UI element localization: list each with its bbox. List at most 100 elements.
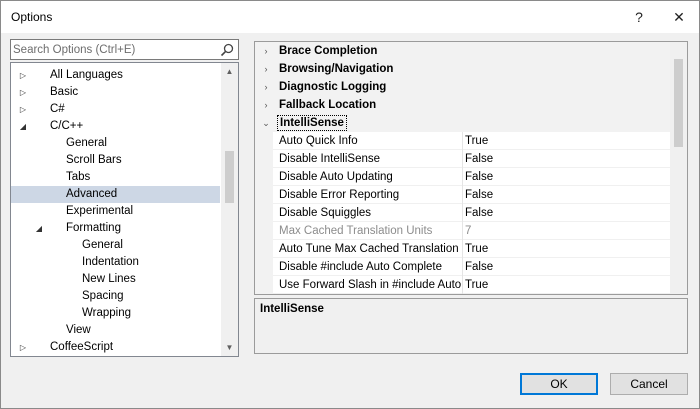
tree-item[interactable]: ▷ CoffeeScript	[11, 339, 220, 356]
tree-item[interactable]: Tabs	[11, 169, 220, 186]
category-label: Browsing/Navigation	[279, 63, 394, 75]
grid-scroll-thumb[interactable]	[674, 59, 683, 147]
tree-scrollbar[interactable]: ▲ ▼	[221, 63, 238, 356]
tree-item-label: Formatting	[66, 222, 121, 234]
column-divider[interactable]	[462, 186, 463, 204]
description-pane: IntelliSense	[254, 298, 688, 354]
tree-scroll-thumb[interactable]	[225, 151, 234, 203]
property-name: Disable Squiggles	[279, 207, 372, 219]
collapsed-arrow-icon[interactable]: ▷	[18, 101, 28, 118]
property-row[interactable]: Disable IntelliSense False	[255, 150, 671, 168]
property-row[interactable]: Disable Error Reporting False	[255, 186, 671, 204]
column-divider[interactable]	[462, 132, 463, 150]
window-title: Options	[11, 10, 53, 24]
chevron-right-icon[interactable]: ›	[261, 60, 271, 78]
grid-scrollbar[interactable]	[670, 42, 687, 294]
ok-button[interactable]: OK	[520, 373, 598, 395]
property-value[interactable]: 7	[465, 222, 471, 240]
collapsed-arrow-icon[interactable]: ▷	[18, 67, 28, 84]
tree-item[interactable]: ▷ All Languages	[11, 67, 220, 84]
tree-item-label: View	[66, 324, 91, 336]
column-divider[interactable]	[462, 204, 463, 222]
property-row[interactable]: Disable Auto Updating False	[255, 168, 671, 186]
collapsed-arrow-icon[interactable]: ▷	[18, 84, 28, 101]
property-row[interactable]: Max Cached Translation Units 7	[255, 222, 671, 240]
tree-item[interactable]: Experimental	[11, 203, 220, 220]
tree-item[interactable]: Indentation	[11, 254, 220, 271]
property-value[interactable]: True	[465, 240, 488, 258]
property-value[interactable]: False	[465, 204, 493, 222]
property-rows: › Brace Completion › Browsing/Navigation › Di…	[255, 42, 671, 294]
tree-item[interactable]: Advanced	[11, 186, 220, 203]
column-divider[interactable]	[462, 222, 463, 240]
property-value[interactable]: False	[465, 186, 493, 204]
tree-item-label: Wrapping	[82, 307, 132, 319]
row-gutter	[255, 186, 273, 204]
category-row[interactable]: › Brace Completion	[255, 42, 671, 60]
property-row[interactable]: Disable Squiggles False	[255, 204, 671, 222]
close-button[interactable]: ✕	[659, 1, 699, 33]
scroll-up-icon[interactable]: ▲	[221, 63, 238, 80]
property-name: Disable Auto Updating	[279, 171, 393, 183]
property-grid[interactable]: › Brace Completion › Browsing/Navigation › Di…	[254, 41, 688, 295]
property-value[interactable]: False	[465, 168, 493, 186]
tree-item[interactable]: ◢ Formatting	[11, 220, 220, 237]
options-tree[interactable]: ▷ All Languages ▷ Basic ▷ C# ◢ C/C++ General Scro…	[10, 62, 239, 357]
cancel-button[interactable]: Cancel	[610, 373, 688, 395]
tree-item[interactable]: Wrapping	[11, 305, 220, 322]
collapsed-arrow-icon[interactable]: ▷	[18, 339, 28, 356]
property-name: Auto Tune Max Cached Translation Units	[279, 243, 461, 255]
help-button[interactable]: ?	[619, 1, 659, 33]
chevron-right-icon[interactable]: ›	[261, 42, 271, 60]
tree-item[interactable]: ▷ C#	[11, 101, 220, 118]
property-row[interactable]: Use Forward Slash in #include Auto Compl…	[255, 276, 671, 294]
expanded-arrow-icon[interactable]: ◢	[18, 118, 28, 135]
property-name: Disable Error Reporting	[279, 189, 400, 201]
chevron-right-icon[interactable]: ›	[261, 96, 271, 114]
row-gutter	[255, 168, 273, 186]
tree-item[interactable]: General	[11, 237, 220, 254]
title-bar: Options ? ✕	[1, 1, 699, 33]
tree-item-label: Indentation	[82, 256, 139, 268]
category-label: Diagnostic Logging	[279, 81, 387, 93]
tree-item-label: Advanced	[66, 188, 118, 200]
property-row[interactable]: Auto Quick Info True	[255, 132, 671, 150]
tree-item[interactable]: ▷ Basic	[11, 84, 220, 101]
column-divider[interactable]	[462, 240, 463, 258]
chevron-right-icon[interactable]: ›	[261, 78, 271, 96]
tree-item[interactable]: View	[11, 322, 220, 339]
property-name: Disable IntelliSense	[279, 153, 381, 165]
property-value[interactable]: False	[465, 150, 493, 168]
tree-item-label: General	[82, 239, 123, 251]
tree-item[interactable]: ◢ C/C++	[11, 118, 220, 135]
tree-item[interactable]: Spacing	[11, 288, 220, 305]
column-divider[interactable]	[462, 168, 463, 186]
column-divider[interactable]	[462, 150, 463, 168]
row-gutter	[255, 150, 273, 168]
property-value[interactable]: True	[465, 276, 488, 294]
search-icon[interactable]	[219, 42, 235, 58]
tree-item[interactable]: New Lines	[11, 271, 220, 288]
category-row[interactable]: › Browsing/Navigation	[255, 60, 671, 78]
chevron-down-icon[interactable]: ⌄	[261, 114, 271, 132]
category-row[interactable]: › Fallback Location	[255, 96, 671, 114]
property-row[interactable]: Disable #include Auto Complete False	[255, 258, 671, 276]
row-gutter	[255, 258, 273, 276]
property-name: Max Cached Translation Units	[279, 225, 433, 237]
property-value[interactable]: True	[465, 132, 488, 150]
column-divider[interactable]	[462, 276, 463, 294]
tree-item-label: Experimental	[66, 205, 134, 217]
tree-item[interactable]: Scroll Bars	[11, 152, 220, 169]
tree-item[interactable]: General	[11, 135, 220, 152]
column-divider[interactable]	[462, 258, 463, 276]
search-input[interactable]	[13, 41, 213, 58]
category-row[interactable]: › Diagnostic Logging	[255, 78, 671, 96]
tree-item-label: General	[66, 137, 107, 149]
expanded-arrow-icon[interactable]: ◢	[34, 220, 44, 237]
property-value[interactable]: False	[465, 258, 493, 276]
category-row[interactable]: ⌄ IntelliSense	[255, 114, 671, 132]
property-row[interactable]: Auto Tune Max Cached Translation Units Tr…	[255, 240, 671, 258]
scroll-down-icon[interactable]: ▼	[221, 339, 238, 356]
tree-item-label: C/C++	[50, 120, 84, 132]
tree-item-label: Scroll Bars	[66, 154, 122, 166]
